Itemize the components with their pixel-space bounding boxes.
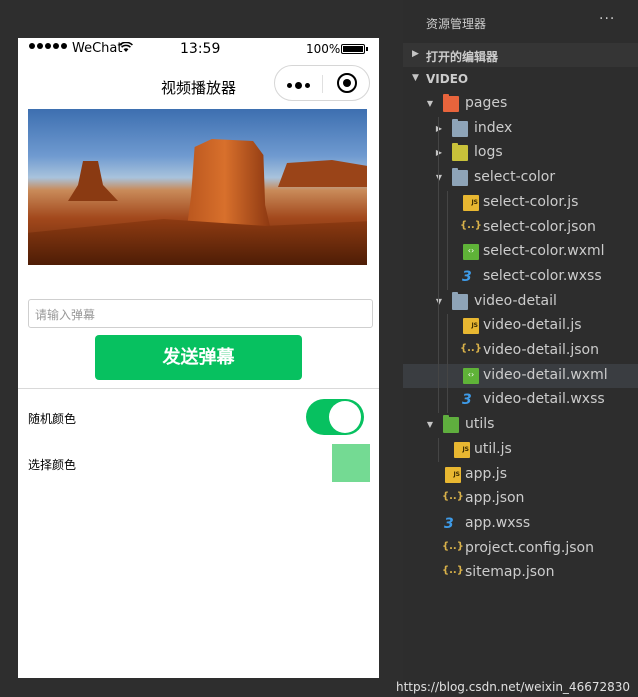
select-color-label: 选择颜色 [28,458,77,472]
chevron-right-icon: ▶ [412,49,419,59]
status-time: 13:59 [180,41,221,57]
js-file-icon: JS [445,466,461,483]
tree-item-label: select-color.json [483,218,596,235]
chevron-down-icon: ▼ [412,73,419,83]
video-player[interactable] [28,109,367,265]
tree-item-label: select-color.js [483,193,579,210]
json-file-icon: {..} [442,565,464,577]
tree-item[interactable]: {..} sitemap.json [403,561,638,585]
indent-guide [438,116,439,414]
json-file-icon: {..} [442,540,464,552]
watermark: https://blog.csdn.net/weixin_46672830 [396,680,631,694]
close-miniprogram-button[interactable] [337,73,357,93]
tree-item-label: project.config.json [465,539,594,556]
wxml-file-icon: ‹› [463,244,479,261]
tree-item[interactable]: ▼ utils [403,413,638,437]
folder-utils-open-icon [443,415,459,434]
wxss-file-icon: 3 [444,515,454,532]
more-actions-icon[interactable]: ··· [599,11,615,27]
folder-pages-open-icon [443,94,459,112]
chevron-down-icon: ▼ [435,173,443,183]
switch-knob [329,401,361,433]
tree-item-label: index [474,119,513,136]
tree-item-label: select-color [474,169,556,186]
send-danmu-button[interactable]: 发送弹幕 [95,335,302,380]
js-file-icon: JS [463,318,479,335]
tree-item[interactable]: {..} app.json [403,487,638,511]
chevron-right-icon: ▶ [435,123,443,133]
status-bar: WeChat 13:59 100% [18,38,379,62]
explorer-title: 资源管理器 [426,17,487,31]
tree-item-label: select-color.wxml [483,243,605,260]
random-color-switch[interactable] [306,399,364,435]
tree-item-label: utils [465,416,495,433]
tree-item-label: app.json [465,490,525,507]
json-file-icon: {..} [460,219,482,231]
tree-item-label: video-detail.wxss [483,391,605,408]
js-file-icon: JS [454,441,470,458]
tree-item-label: util.js [474,440,512,457]
tree-item-label: video-detail.wxml [483,366,608,383]
tree-item-label: app.js [465,465,507,482]
video-frame-mesa-left [68,161,118,201]
tree-item-label: video-detail.json [483,342,599,358]
folder-open-icon [452,168,468,187]
danmu-input[interactable]: 请输入弹幕 [28,299,373,328]
tree-item[interactable]: ▼ pages [403,92,638,116]
tree-item[interactable]: JS app.js [403,463,638,487]
more-options-button[interactable] [287,82,310,89]
chevron-right-icon: ▶ [435,148,443,158]
folder-icon [452,118,468,137]
wxss-file-icon: 3 [462,268,472,285]
tree-item-label: sitemap.json [465,564,555,581]
battery-icon [341,44,368,54]
folder-logs-icon [452,143,468,162]
tree-item-label: video-detail [474,292,557,309]
indent-guide [447,314,448,414]
tree-item-label: select-color.wxss [483,267,602,284]
video-frame-mesa-right [278,160,367,187]
wxss-file-icon: 3 [462,392,472,409]
menu-capsule [274,65,370,101]
random-color-label: 随机颜色 [28,412,77,426]
selected-color-swatch[interactable] [332,444,370,482]
json-file-icon: {..} [460,343,482,354]
json-file-icon: {..} [442,491,464,503]
js-file-icon: JS [463,194,479,211]
video-frame-ground [28,219,367,265]
capsule-divider [322,75,323,93]
indent-guide [447,190,448,290]
chevron-down-icon: ▼ [426,420,434,430]
tree-item-label: app.wxss [465,514,531,531]
battery-percent: 100% [306,42,341,56]
chevron-down-icon: ▼ [426,99,434,108]
navigation-bar: 视频播放器 [18,62,379,108]
wifi-icon [119,41,133,56]
tree-item-label: video-detail.js [483,317,582,334]
indent-guide [438,437,439,463]
signal-icon [29,43,67,49]
project-label: VIDEO [426,72,469,86]
tree-item-label: pages [465,95,508,111]
wechat-simulator: WeChat 13:59 100% 视频播放器 请输入弹幕 发送弹幕 随机颜色 … [18,38,379,678]
tree-item[interactable]: {..} project.config.json [403,537,638,561]
project-section[interactable]: ▼ VIDEO [403,67,638,91]
open-editors-label: 打开的编辑器 [426,50,499,64]
folder-open-icon [452,291,468,310]
chevron-down-icon: ▼ [435,296,443,306]
tree-item-label: logs [474,144,503,161]
section-divider [18,388,379,389]
open-editors-section[interactable]: ▶ 打开的编辑器 [403,43,638,67]
tree-item[interactable]: 3 app.wxss [403,512,638,536]
explorer-panel: 资源管理器 ··· ▶ 打开的编辑器 ▼ VIDEO ▼ pages ▶ index ▶… [403,0,638,697]
wxml-file-icon: ‹› [463,367,479,384]
video-frame-butte [186,139,272,235]
carrier-name: WeChat [72,41,123,56]
